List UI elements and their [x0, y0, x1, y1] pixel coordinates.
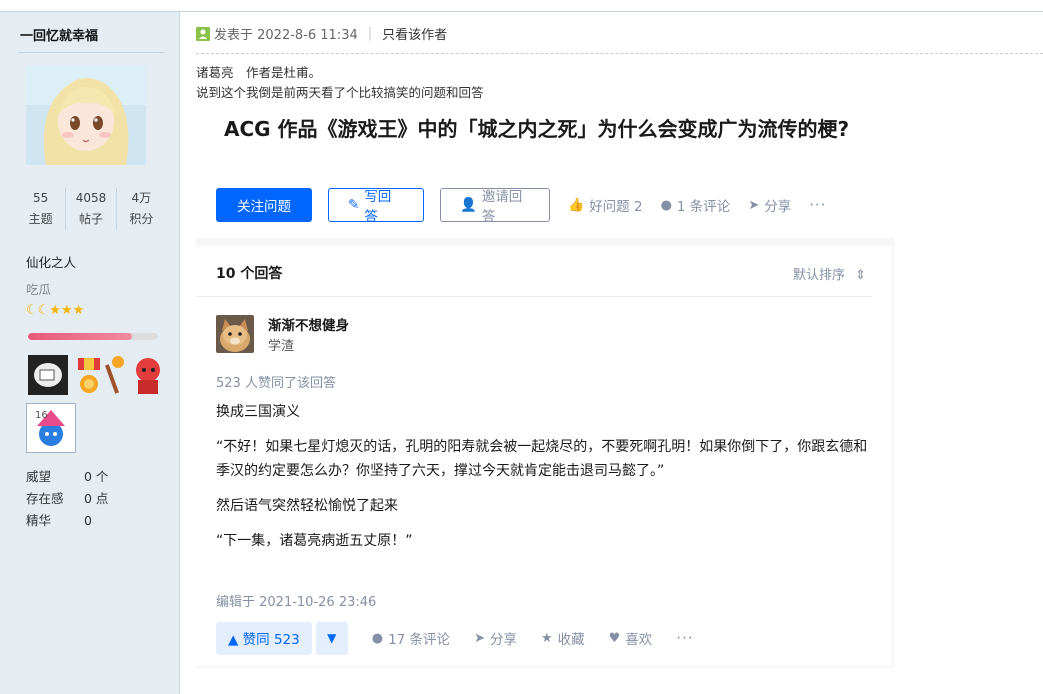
divider [196, 296, 872, 297]
like-button[interactable]: ♥ 喜欢 [608, 628, 653, 649]
answer-share-button[interactable]: ➤ 分享 [474, 628, 517, 649]
like-label: 喜欢 [625, 632, 653, 648]
author-name[interactable]: 渐渐不想健身 [268, 314, 349, 334]
invite-answer-button[interactable]: 👤 邀请回答 [440, 188, 550, 225]
stat-label: 积分 [129, 212, 154, 226]
answer-card: 10 个回答 默认排序 ⇕ 渐渐不想健身 学渣 523 人赞同了该回答 换成三国… [196, 246, 892, 666]
follow-question-button[interactable]: 关注问题 [216, 188, 312, 222]
answer-paragraph: “下一集，诸葛亮病逝五丈原！” [216, 533, 413, 549]
info-label: 精华 [26, 513, 52, 528]
stat-label: 主题 [28, 212, 53, 226]
answer-comments-button[interactable]: ● 17 条评论 [371, 628, 451, 649]
good-question-label: 好问题 2 [589, 199, 643, 215]
info-label: 威望 [26, 469, 52, 484]
only-author-link[interactable]: 只看该作者 [382, 24, 447, 43]
medal-icon [28, 355, 68, 395]
info-value: 0 点 [84, 491, 109, 506]
author-avatar[interactable] [216, 315, 254, 353]
good-question-button[interactable]: 👍 好问题 2 [568, 195, 643, 216]
answer-content: 换成三国演义 “不好！如果七星灯熄灭的话，孔明的阳寿就会被一起烧尽的，不要死啊孔… [216, 400, 876, 564]
intro-line: 诸葛亮 作者是杜甫。 [196, 65, 322, 80]
answer-comments-label: 17 条评论 [388, 632, 451, 648]
answer-paragraph: “不好！如果七星灯熄灭的话，孔明的阳寿就会被一起烧尽的，不要死啊孔明！如果你倒下… [216, 439, 868, 479]
question-comments-label: 1 条评论 [676, 199, 731, 215]
thumbs-up-icon: 👍 [568, 197, 585, 213]
question-comments-button[interactable]: ● 1 条评论 [660, 195, 731, 216]
stat-posts[interactable]: 4058 帖子 [65, 188, 115, 230]
answer-paragraph: 换成三国演义 [216, 404, 300, 420]
voters-count[interactable]: 523 人赞同了该回答 [216, 372, 336, 391]
pencil-icon: ✎ [348, 197, 360, 213]
answer-count: 10 个回答 [216, 266, 283, 282]
badge-icon[interactable]: 16 [26, 403, 76, 453]
user-info: 威望 0 个 存在感 0 点 精华 0 [26, 466, 108, 532]
info-row: 威望 0 个 [26, 466, 108, 488]
question-share-button[interactable]: ➤ 分享 [748, 195, 792, 216]
user-title: 吃瓜 [26, 282, 52, 297]
edited-time[interactable]: 编辑于 2021-10-26 23:46 [216, 591, 376, 610]
comment-icon: ● [660, 197, 672, 213]
post-intro: 诸葛亮 作者是杜甫。 说到这个我倒是前两天看了个比较搞笑的问题和回答 [196, 63, 484, 103]
medal-row [26, 352, 166, 398]
stat-value: 4万 [131, 191, 152, 205]
medal-icon [78, 358, 100, 393]
heart-icon: ♥ [608, 630, 621, 646]
more-options-icon[interactable]: ··· [809, 196, 826, 214]
answer-actions: ▲ 赞同 523 ▼ ● 17 条评论 ➤ 分享 ★ 收藏 ♥ 喜欢 ··· [216, 621, 694, 655]
star-icon: ★ [540, 630, 553, 646]
level-progress-fill [28, 333, 132, 340]
online-status-icon [196, 26, 210, 41]
post-meta: 发表于 2022-8-6 11:34 | 只看该作者 [196, 24, 447, 43]
page: 一回忆就幸福 55 主题 4058 帖子 4万 积分 仙化之人 吃瓜 ☾☾★★★… [0, 0, 1043, 694]
share-icon: ➤ [748, 197, 760, 213]
user-stats: 55 主题 4058 帖子 4万 积分 [16, 188, 166, 230]
stat-credits[interactable]: 4万 积分 [115, 188, 166, 230]
top-border [0, 0, 1043, 12]
sort-chevron-icon: ⇕ [855, 268, 866, 283]
info-label: 存在感 [26, 491, 64, 506]
answer-share-label: 分享 [489, 632, 517, 648]
sort-label: 默认排序 [792, 268, 845, 283]
question-actions: 关注问题 ✎ 写回答 👤 邀请回答 👍 好问题 2 ● 1 条评论 ➤ 分享 ·… [216, 188, 827, 225]
write-answer-button[interactable]: ✎ 写回答 [328, 188, 424, 225]
question-title[interactable]: ACG 作品《游戏王》中的「城之内之死」为什么会变成广为流传的梗? [224, 114, 884, 144]
add-user-icon: 👤 [460, 197, 477, 213]
answer-paragraph: 然后语气突然轻松愉悦了起来 [216, 498, 398, 514]
info-value: 0 [84, 513, 92, 528]
stat-threads[interactable]: 55 主题 [16, 188, 65, 230]
collect-label: 收藏 [557, 632, 585, 648]
comment-icon: ● [371, 630, 384, 646]
info-value: 0 个 [84, 469, 109, 484]
medal-icon [104, 356, 124, 394]
post-divider [196, 53, 1043, 54]
avatar[interactable] [26, 65, 146, 165]
stat-value: 4058 [75, 191, 107, 205]
rank-stars-icon: ☾☾★★★ [26, 303, 85, 318]
intro-line: 说到这个我倒是前两天看了个比较搞笑的问题和回答 [196, 85, 484, 100]
info-row: 存在感 0 点 [26, 488, 108, 510]
username[interactable]: 一回忆就幸福 [20, 25, 98, 44]
sort-dropdown[interactable]: 默认排序 ⇕ [793, 264, 866, 283]
upvote-button[interactable]: ▲ 赞同 523 [216, 621, 312, 655]
info-row: 精华 0 [26, 510, 108, 532]
user-sidebar: 一回忆就幸福 55 主题 4058 帖子 4万 积分 仙化之人 吃瓜 ☾☾★★★… [0, 12, 180, 694]
collect-button[interactable]: ★ 收藏 [540, 628, 585, 649]
post-time: 发表于 2022-8-6 11:34 [214, 28, 358, 43]
more-options-icon[interactable]: ··· [676, 629, 693, 647]
write-answer-label: 写回答 [364, 189, 392, 225]
separator: | [367, 26, 373, 41]
question-share-label: 分享 [764, 199, 792, 215]
author-headline: 学渣 [268, 339, 295, 354]
level-progress-bar [28, 333, 158, 340]
stat-value: 55 [33, 191, 49, 205]
stat-label: 帖子 [78, 212, 103, 226]
svg-text:16: 16 [35, 410, 48, 421]
invite-answer-label: 邀请回答 [481, 189, 523, 225]
share-icon: ➤ [474, 630, 485, 646]
user-rank: 仙化之人 [26, 255, 77, 270]
divider [18, 52, 164, 53]
downvote-button[interactable]: ▼ [315, 621, 348, 655]
medal-icon [136, 358, 160, 394]
